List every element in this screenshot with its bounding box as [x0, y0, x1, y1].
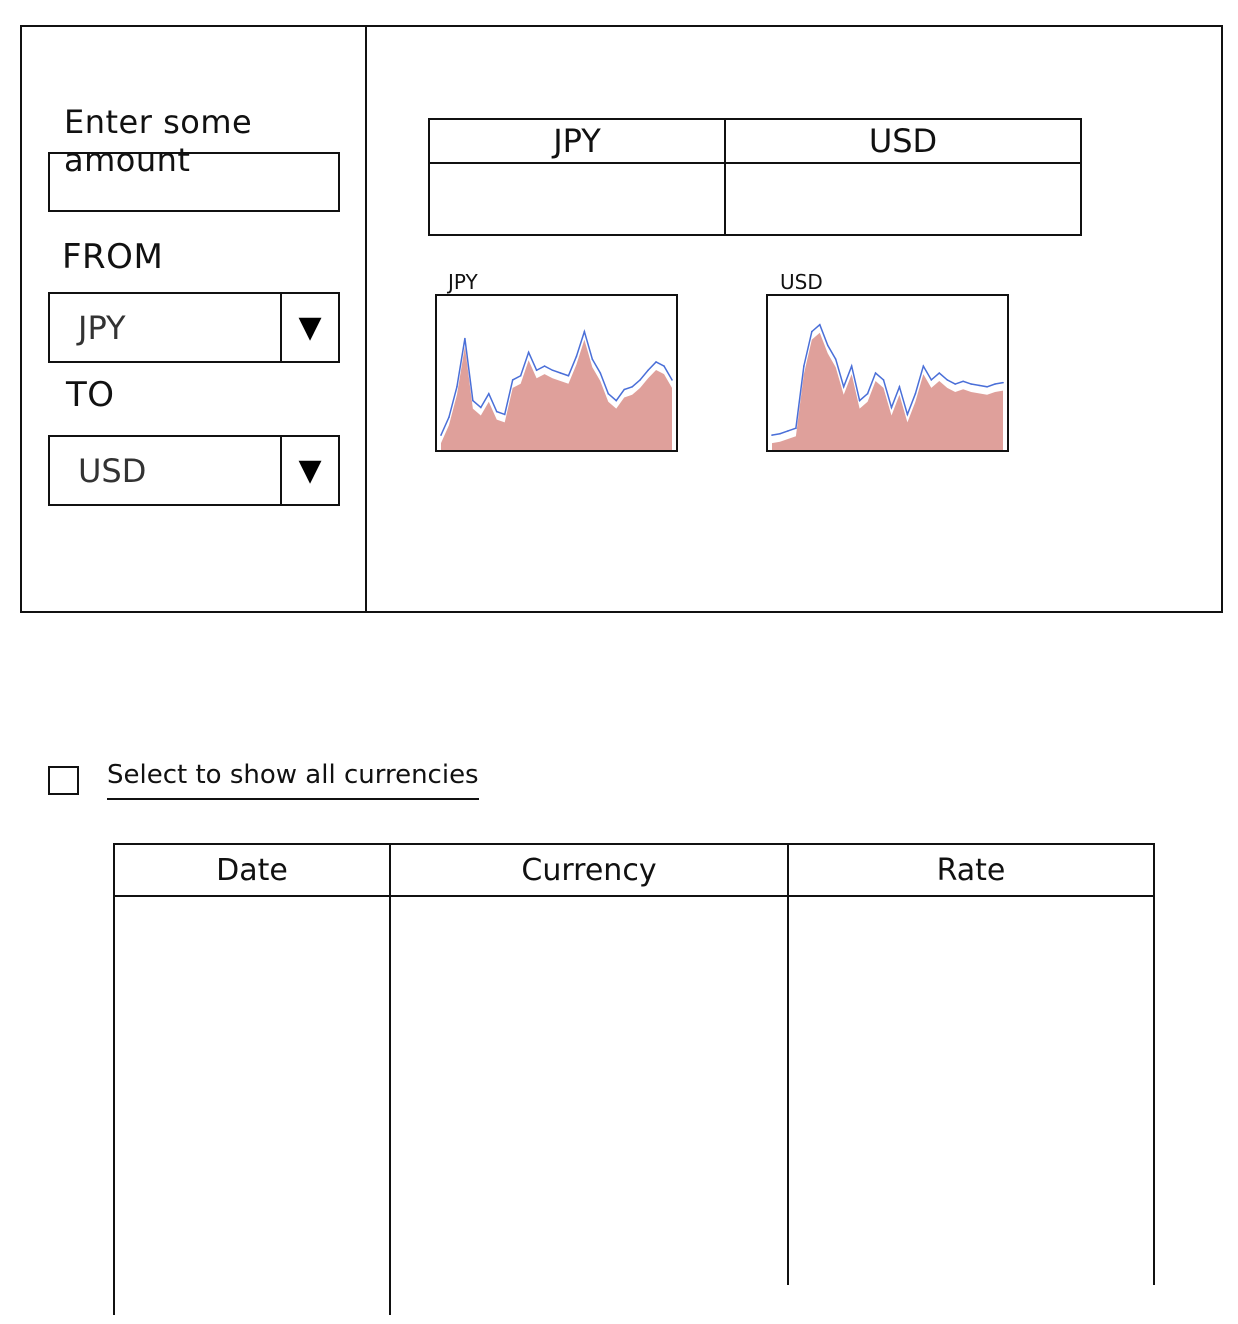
- from-currency-select[interactable]: JPY ▼: [48, 292, 340, 363]
- chart-area-fill: [441, 339, 672, 450]
- chart-data-point: [543, 365, 546, 367]
- jpy-rate-chart: [435, 294, 678, 452]
- jpy-chart-svg: [440, 329, 673, 450]
- to-currency-value: USD: [78, 451, 147, 490]
- chart-data-point: [962, 380, 964, 383]
- currency-column: Currency: [389, 845, 787, 1315]
- usd-chart-svg: [771, 323, 1004, 450]
- rates-history-table: Date Currency Rate: [113, 843, 1155, 1315]
- chart-data-point: [487, 392, 490, 395]
- show-all-label[interactable]: Select to show all currencies: [107, 760, 479, 800]
- chart-data-point: [623, 388, 626, 391]
- chart-data-point: [567, 374, 570, 377]
- chart-data-point: [914, 392, 917, 395]
- currency-column-header[interactable]: Currency: [391, 845, 787, 897]
- chart-data-point: [994, 383, 996, 385]
- chart-data-point: [874, 372, 877, 374]
- chart-data-point: [480, 406, 482, 409]
- chart-data-point: [663, 365, 665, 367]
- chart-data-point: [607, 392, 610, 395]
- chart-data-point: [448, 416, 450, 418]
- chart-data-point: [866, 392, 869, 395]
- chart-data-point: [946, 379, 949, 381]
- chart-data-point: [818, 323, 821, 326]
- chart-data-point: [922, 365, 925, 367]
- chart-data-point: [795, 427, 797, 429]
- usd-rate-chart: [766, 294, 1009, 452]
- result-header-jpy: JPY: [430, 120, 726, 164]
- chart-data-point: [503, 413, 506, 416]
- chart-data-point: [970, 383, 972, 385]
- chart-title-usd: USD: [780, 270, 823, 294]
- from-label: FROM: [62, 237, 164, 277]
- chart-data-point: [527, 351, 530, 354]
- chart-data-point: [898, 386, 901, 388]
- chart-data-point: [519, 374, 522, 377]
- chart-data-point: [647, 369, 649, 372]
- chart-data-point: [575, 355, 578, 358]
- chart-data-point: [456, 386, 458, 388]
- chart-data-point: [890, 406, 893, 409]
- chart-data-point: [826, 344, 829, 347]
- chart-data-point: [599, 372, 602, 374]
- chart-data-point: [803, 365, 805, 367]
- rate-column-header[interactable]: Rate: [789, 845, 1153, 897]
- chart-title-jpy: JPY: [448, 270, 478, 294]
- chart-data-point: [779, 432, 781, 435]
- result-header-usd: USD: [726, 120, 1080, 164]
- chart-data-point: [771, 434, 773, 436]
- result-value-usd: [726, 164, 1080, 234]
- show-all-checkbox[interactable]: [48, 765, 79, 795]
- chart-data-point: [834, 358, 837, 360]
- chart-data-point: [811, 330, 813, 333]
- chart-data-point: [551, 369, 554, 372]
- to-label: TO: [66, 375, 115, 415]
- chart-data-point: [511, 379, 514, 381]
- chart-data-point: [906, 413, 909, 416]
- chart-data-point: [535, 369, 538, 372]
- chart-data-point: [938, 372, 941, 374]
- input-sidebar: Enter some amount FROM JPY ▼ TO USD ▼: [22, 27, 367, 611]
- chart-data-point: [655, 361, 657, 363]
- show-all-toggle[interactable]: Select to show all currencies: [48, 760, 479, 800]
- chart-data-point: [1002, 381, 1004, 384]
- chart-data-point: [954, 383, 957, 385]
- chart-data-point: [850, 365, 853, 367]
- chart-data-point: [639, 379, 641, 381]
- chart-data-point: [472, 399, 474, 402]
- chart-data-point: [978, 384, 980, 387]
- dropdown-arrow-icon[interactable]: ▼: [280, 437, 338, 504]
- chart-data-point: [986, 386, 988, 388]
- result-value-jpy: [430, 164, 726, 234]
- rate-column: Rate: [787, 845, 1155, 1285]
- dropdown-arrow-icon[interactable]: ▼: [280, 294, 338, 361]
- conversion-result-table: JPY USD: [428, 118, 1082, 236]
- chart-data-point: [559, 372, 562, 374]
- chart-data-point: [930, 379, 933, 381]
- chart-data-point: [882, 379, 885, 381]
- chart-data-point: [583, 330, 586, 333]
- chart-data-point: [464, 337, 466, 340]
- chart-data-point: [858, 399, 861, 402]
- chart-data-point: [842, 386, 845, 388]
- chart-data-point: [495, 410, 498, 413]
- chart-data-point: [615, 399, 618, 402]
- chart-data-point: [591, 358, 594, 360]
- date-column-header[interactable]: Date: [115, 845, 389, 897]
- from-currency-value: JPY: [78, 308, 126, 347]
- date-column: Date: [113, 845, 389, 1315]
- to-currency-select[interactable]: USD ▼: [48, 435, 340, 506]
- amount-input[interactable]: [48, 152, 340, 212]
- chart-data-point: [787, 430, 789, 432]
- chart-data-point: [631, 386, 633, 388]
- chart-data-point: [440, 434, 442, 436]
- chart-data-point: [671, 379, 673, 381]
